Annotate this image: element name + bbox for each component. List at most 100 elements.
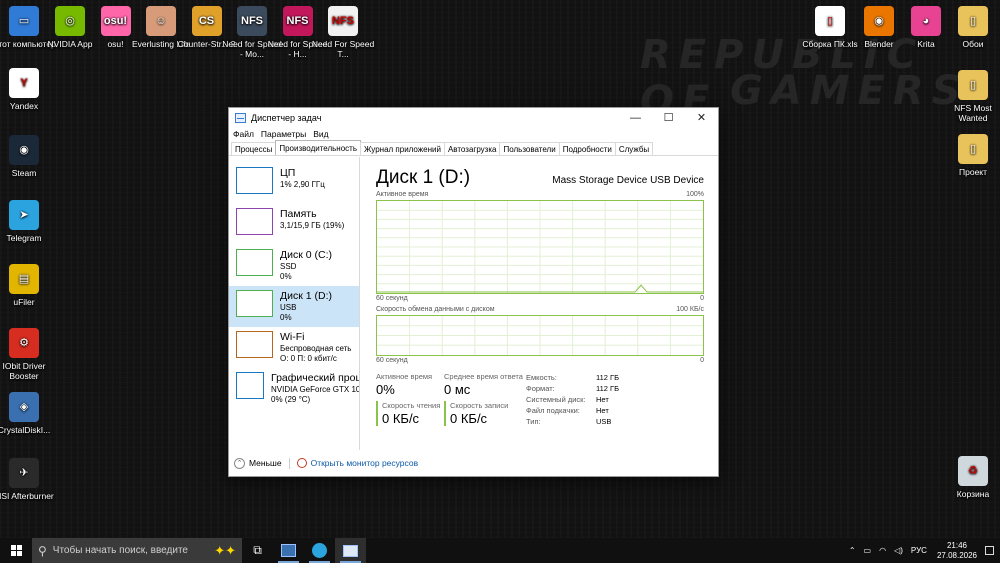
title-bar[interactable]: Диспетчер задач — ☐ ✕ xyxy=(229,108,718,127)
response-time-value: 0 мс xyxy=(444,382,471,397)
task-view-button[interactable]: ⧉ xyxy=(242,538,273,563)
disk-property-value: 112 ГБ xyxy=(596,373,620,382)
menu-bar: Файл Параметры Вид xyxy=(229,127,718,141)
desktop-icon[interactable]: ✈ MSI Afterburner xyxy=(0,458,56,501)
disk-property-row: Тип: USB xyxy=(526,416,619,427)
taskbar-search[interactable]: ⚲ Чтобы начать поиск, введите ✦✦ xyxy=(32,538,242,563)
maximize-button[interactable]: ☐ xyxy=(652,108,685,127)
task-manager-icon xyxy=(235,112,246,123)
desktop-icon[interactable]: ▤ uFiler xyxy=(0,264,56,307)
desktop: REPUBLIC OF GAMERS ▭Этот компьютерYYande… xyxy=(0,0,1000,538)
desktop-icon[interactable]: ▯ Проект xyxy=(941,134,1000,177)
network-icon[interactable]: ▭ xyxy=(864,546,872,555)
app-icon: osu! xyxy=(100,6,131,36)
task-manager-taskbar-icon xyxy=(343,544,358,557)
disk-property-key: Файл подкачки: xyxy=(526,406,580,415)
app-icon: ▯ xyxy=(958,134,988,164)
minimize-button[interactable]: — xyxy=(619,108,652,127)
resource-name: ЦП xyxy=(280,167,296,179)
resource-item[interactable]: Память 3,1/15,9 ГБ (19%) xyxy=(229,204,359,245)
fewer-details-button[interactable]: ⌃ Меньше xyxy=(234,457,282,469)
resource-item[interactable]: ЦП 1% 2,90 ГГц xyxy=(229,163,359,204)
tab-users[interactable]: Пользователи xyxy=(499,142,560,155)
app-icon: ▯ xyxy=(958,70,988,100)
active-time-stat-label: Активное время xyxy=(376,372,433,381)
search-highlight-icon: ✦✦ xyxy=(214,543,236,558)
desktop-icon[interactable]: NFS Need For Speed T... xyxy=(311,6,375,59)
app-icon: ♻ xyxy=(958,456,988,486)
transfer-rate-graph-max: 100 КБ/с xyxy=(676,306,704,313)
resource-mini-graph xyxy=(236,249,273,276)
language-indicator[interactable]: РУС xyxy=(911,546,927,555)
resource-item[interactable]: Диск 0 (C:) SSD 0% xyxy=(229,245,359,286)
resource-line2: О: 0 П: 0 кбит/с xyxy=(280,353,337,363)
tab-services[interactable]: Службы xyxy=(614,142,654,155)
app-icon: ◕ xyxy=(911,6,941,36)
desktop-icon-label: IObit Driver Booster xyxy=(2,361,46,381)
menu-file[interactable]: Файл xyxy=(233,129,254,139)
desktop-icon[interactable]: ➤ Telegram xyxy=(0,200,56,243)
resource-monitor-link[interactable]: Открыть монитор ресурсов xyxy=(296,458,419,468)
resource-item[interactable]: Графический процессорNVIDIA GeForce GTX … xyxy=(229,368,359,409)
active-time-graph-left-foot: 60 секунд xyxy=(376,295,408,302)
desktop-icon[interactable]: ◈ CrystalDiskI... xyxy=(0,392,56,435)
desktop-icon[interactable]: Y Yandex xyxy=(0,68,56,111)
disk-property-value: Нет xyxy=(596,395,609,404)
read-speed-label: Скорость чтения xyxy=(382,401,441,410)
tray-overflow-icon[interactable]: ⌃ xyxy=(849,546,856,555)
resource-line1: 1% 2,90 ГГц xyxy=(280,180,325,189)
disk-property-value: USB xyxy=(596,417,612,426)
resource-item[interactable]: Wi-Fi Беспроводная сеть О: 0 П: 0 кбит/с xyxy=(229,327,359,368)
tab-performance[interactable]: Производительность xyxy=(275,140,361,155)
resource-line1: NVIDIA GeForce GTX 1050 xyxy=(271,385,359,394)
write-speed-value: 0 КБ/с xyxy=(450,411,488,426)
app-icon: Y xyxy=(9,68,39,98)
taskbar-app-task-manager[interactable] xyxy=(335,538,366,563)
desktop-icon[interactable]: ♻ Корзина xyxy=(941,456,1000,499)
taskbar-app-telegram[interactable] xyxy=(304,538,335,563)
desktop-icon[interactable]: ⚙ IObit Driver Booster xyxy=(0,328,56,381)
write-speed-label: Скорость записи xyxy=(450,401,509,410)
app-icon: NFS xyxy=(328,6,358,36)
volume-icon[interactable]: ◁) xyxy=(894,546,903,555)
notifications-icon[interactable] xyxy=(985,546,994,555)
app-icon: ◈ xyxy=(9,392,39,422)
menu-options[interactable]: Параметры xyxy=(261,129,306,139)
menu-view[interactable]: Вид xyxy=(313,129,328,139)
desktop-icon-label: MSI Afterburner xyxy=(0,491,54,501)
app-icon: ☺ xyxy=(146,6,176,36)
desktop-icon[interactable]: ◉ Steam xyxy=(0,135,56,178)
clock[interactable]: 21:46 27.08.2026 xyxy=(937,541,977,561)
close-button[interactable]: ✕ xyxy=(685,108,718,127)
disk-property-key: Формат: xyxy=(526,384,555,393)
app-icon: ▯ xyxy=(815,6,845,36)
app-icon: ◎ xyxy=(55,6,85,36)
tab-processes[interactable]: Процессы xyxy=(231,142,277,155)
resource-monitor-label: Открыть монитор ресурсов xyxy=(310,458,419,468)
resource-name: Память xyxy=(280,208,317,220)
system-tray: ⌃ ▭ ◠ ◁) РУС 21:46 27.08.2026 xyxy=(841,541,1000,561)
desktop-icon[interactable]: ▯ NFS Most Wanted xyxy=(941,70,1000,123)
disk-title: Диск 1 (D:) xyxy=(376,167,471,188)
desktop-icon[interactable]: ▯ Обои xyxy=(941,6,1000,49)
tab-startup[interactable]: Автозагрузка xyxy=(443,142,501,155)
tab-app-history[interactable]: Журнал приложений xyxy=(360,142,445,155)
transfer-rate-graph-left-foot: 60 секунд xyxy=(376,357,408,364)
app-icon: CS xyxy=(191,6,222,36)
transfer-rate-graph-right-foot: 0 xyxy=(700,357,704,364)
desktop-icon-label: Telegram xyxy=(6,233,42,243)
desktop-icon-label: Обои xyxy=(962,39,984,49)
wifi-icon[interactable]: ◠ xyxy=(879,546,886,555)
desktop-icon-label: Steam xyxy=(11,168,37,178)
response-time-label: Среднее время ответа xyxy=(444,372,523,381)
window-title: Диспетчер задач xyxy=(251,112,322,123)
resource-name: Диск 0 (C:) xyxy=(280,249,332,261)
start-button[interactable] xyxy=(0,538,32,563)
resource-mini-graph xyxy=(236,167,273,194)
wallpaper-text-bottom: GAMERS xyxy=(730,68,969,114)
taskbar-app-crystaldisk[interactable] xyxy=(273,538,304,563)
desktop-icon-label: uFiler xyxy=(13,297,35,307)
resource-item[interactable]: Диск 1 (D:) USB 0% xyxy=(229,286,359,327)
tab-details[interactable]: Подробности xyxy=(558,142,616,155)
resource-mini-graph xyxy=(236,331,273,358)
